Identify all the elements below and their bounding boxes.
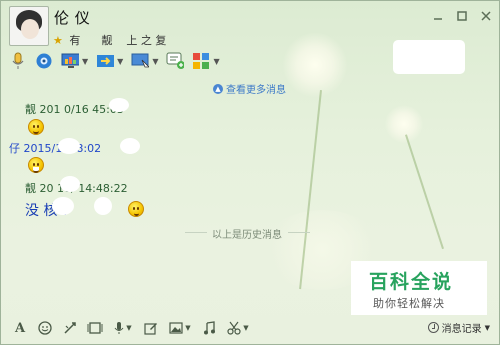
remote-desktop-button[interactable]: ▼ xyxy=(131,52,158,70)
image-icon[interactable] xyxy=(86,320,104,336)
chevron-down-icon: ▼ xyxy=(126,324,132,332)
star-icon: ★ xyxy=(53,34,63,47)
chevron-down-icon[interactable]: ▼ xyxy=(82,57,88,66)
arrow-up-icon: ▲ xyxy=(213,83,223,94)
font-icon[interactable]: A xyxy=(11,320,29,336)
remote-desktop-icon xyxy=(131,52,150,70)
apps-button[interactable]: ▼ xyxy=(192,52,220,70)
watermark-subtitle: 助你轻松解决 xyxy=(373,297,445,310)
thinking-emoji-icon xyxy=(128,201,144,217)
chevron-down-icon[interactable]: ▼ xyxy=(213,57,219,66)
picture-icon[interactable]: ▼ xyxy=(167,320,193,336)
scissors-icon[interactable]: ▼ xyxy=(225,320,251,336)
chevron-down-icon: ▼ xyxy=(185,324,191,332)
redaction-patch xyxy=(58,138,80,154)
redaction-patch xyxy=(60,176,80,192)
redaction-patch xyxy=(120,138,140,154)
watermark-logo: 百科全说 助你轻松解决 xyxy=(351,261,487,315)
background-flower xyxy=(283,33,347,97)
watermark-title: 百科全说 xyxy=(369,271,454,293)
message-icon xyxy=(166,52,185,70)
scrollbar[interactable] xyxy=(492,76,498,312)
restore-icon[interactable] xyxy=(454,8,470,24)
avatar[interactable] xyxy=(9,6,49,46)
screen-share-icon xyxy=(61,52,79,70)
redaction-patch xyxy=(109,98,129,112)
status-rest: 上 之 复 xyxy=(126,34,167,47)
background-flower xyxy=(385,105,423,143)
chat-toolbar: ▼ ▼ ▼ ▼ xyxy=(9,51,228,71)
view-more-messages-link[interactable]: ▲ 查看更多消息 xyxy=(213,81,286,96)
chevron-down-icon[interactable]: ▼ xyxy=(152,57,158,66)
status-text: 靓 xyxy=(101,34,113,47)
file-transfer-button[interactable]: ▼ xyxy=(96,52,123,70)
minimize-icon[interactable] xyxy=(430,8,446,24)
grin-emoji-icon xyxy=(28,157,44,173)
video-call-button[interactable] xyxy=(35,52,53,70)
message-history-button[interactable]: 消息记录 ▼ xyxy=(427,320,490,335)
message-history-label: 消息记录 xyxy=(441,324,482,335)
apps-icon xyxy=(192,52,210,70)
chevron-down-icon: ▼ xyxy=(484,323,490,332)
video-icon xyxy=(35,52,53,70)
chevron-down-icon[interactable]: ▼ xyxy=(117,57,123,66)
chevron-down-icon: ▼ xyxy=(243,324,249,332)
voice-call-button[interactable] xyxy=(9,52,27,70)
redaction-patch xyxy=(52,197,74,215)
screen-share-button[interactable]: ▼ xyxy=(61,52,88,70)
clock-icon xyxy=(427,322,439,333)
close-icon[interactable] xyxy=(478,8,494,24)
contact-name: 伦 仪 xyxy=(54,9,91,27)
file-transfer-icon xyxy=(96,52,115,70)
view-more-label: 查看更多消息 xyxy=(226,85,286,96)
emoji-icon[interactable] xyxy=(36,320,54,336)
redaction-patch xyxy=(393,40,465,74)
history-divider-label: 以上是历史消息 xyxy=(212,230,282,241)
window-controls xyxy=(430,8,494,24)
shake-icon[interactable] xyxy=(61,320,79,336)
edit-icon[interactable] xyxy=(142,320,160,336)
voice-icon[interactable]: ▼ xyxy=(111,320,135,336)
microphone-icon xyxy=(9,52,27,70)
message-header: 仔 2015/1 :48:02 xyxy=(9,142,102,155)
music-icon[interactable] xyxy=(200,320,218,336)
smiley-emoji-icon xyxy=(28,119,44,135)
redaction-patch xyxy=(94,197,112,215)
status-prefix: 有 xyxy=(69,34,81,47)
status-row: ★ 有 靓 上 之 复 xyxy=(53,32,166,48)
message-button[interactable] xyxy=(166,52,185,70)
input-tools: A ▼ ▼ ▼ xyxy=(11,320,258,336)
history-divider: 以上是历史消息 xyxy=(185,226,465,241)
